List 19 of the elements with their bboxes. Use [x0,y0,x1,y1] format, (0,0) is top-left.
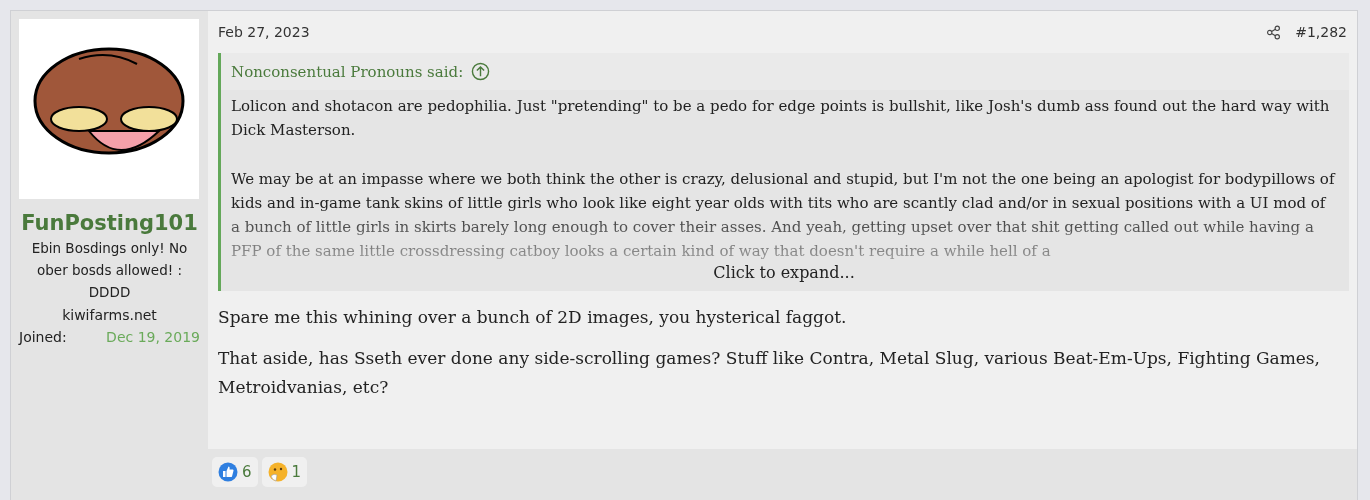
thinking-face-icon [267,462,288,482]
user-title: Ebin Bosdings only! No ober bosds allowed! : DDDD [30,239,189,302]
quote-text: We may be at an impasse where we both think the other is crazy, delusional and stupid, but I'm not the one being an apologist for bodypillows of kids and in-game tank skins of little girls who look like eight year olds with tits who are scantly clad and/or in sexual positions with a UI mod of a bunch of little girls in skirts barely long enough to cover their asses. And yeah, getting upset over that shit getting called out while having a PFP of the same little crossdressing catboy looks a certain kind of way that doesn't require a while hell of a [231,169,1337,262]
quote-author[interactable]: Nonconsentual Pronouns said: [231,62,464,81]
quote-text: Lolicon and shotacon are pedophilia. Just "pretending" to be a pedo for edge points is bullshit, like Josh's dumb ass found out the hard way with Dick Masterson. [231,96,1331,141]
joined-label: Joined: [19,329,67,345]
username[interactable]: FunPosting101 [19,211,200,235]
reaction-button[interactable]: 1 [261,457,308,487]
arrow-up-icon[interactable] [471,62,491,81]
share-icon[interactable] [1266,24,1282,40]
thumbs-up-icon [218,462,238,482]
site-label: kiwifarms.net [61,307,158,323]
post-date[interactable]: Feb 27, 2023 [218,24,310,40]
post-number[interactable]: #1,282 [1295,24,1347,40]
post-text: Spare me this whining over a bunch of 2D images, you hysterical faggot. [218,306,848,329]
post-text: That aside, has Sseth ever done any side-scrolling games? Stuff like Contra, Metal Slug, various Beat-Em-Ups, Fighting Games, Metroidvanias, etc? [218,347,1321,399]
joined-date: Dec 19, 2019 [106,329,200,345]
reaction-button[interactable]: 6 [212,457,258,487]
expand-link[interactable]: Click to expand... [231,263,1337,283]
